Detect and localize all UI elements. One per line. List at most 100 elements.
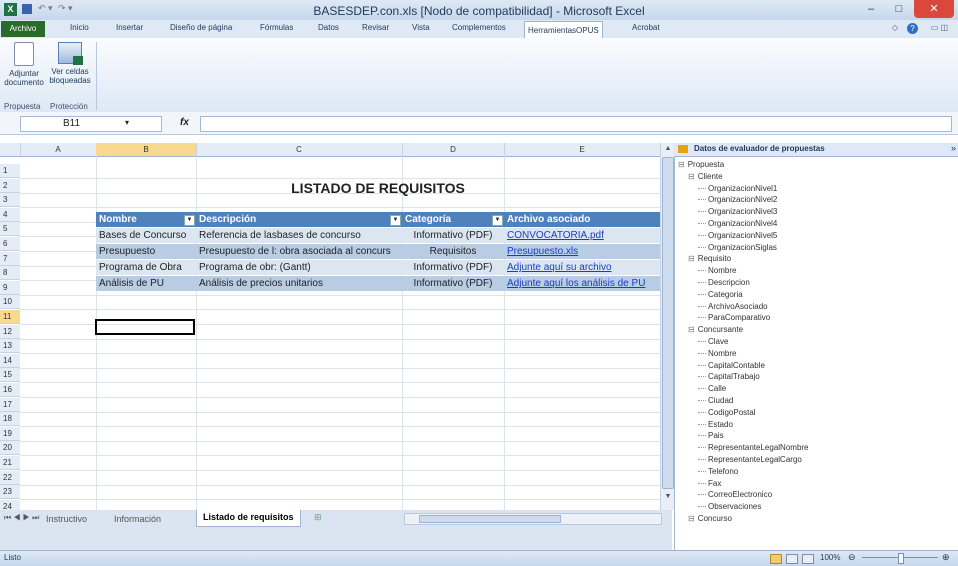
tab-diseno[interactable]: Diseño de página [170, 23, 232, 32]
row-header[interactable]: 20 [0, 441, 20, 455]
table-header-descripcion[interactable]: Descripción ▼ [196, 212, 402, 227]
xml-tree-node[interactable]: Estado [698, 420, 733, 429]
tab-revisar[interactable]: Revisar [362, 23, 389, 32]
expand-toggle-icon[interactable]: ⊟ [688, 172, 695, 181]
row-header[interactable]: 10 [0, 295, 20, 309]
tab-complementos[interactable]: Complementos [452, 23, 506, 32]
expand-toggle-icon[interactable]: ⊟ [688, 254, 695, 263]
table-cell[interactable]: Programa de obr: (Gantt) [196, 260, 402, 275]
expand-toggle-icon[interactable]: ⊟ [688, 514, 695, 523]
formula-input[interactable] [200, 116, 952, 132]
tab-inicio[interactable]: Inicio [70, 23, 89, 32]
new-sheet-icon[interactable]: ⊞ [314, 512, 322, 523]
row-header[interactable]: 22 [0, 471, 20, 485]
name-box[interactable]: B11 ▾ [20, 116, 162, 132]
xml-tree-node[interactable]: Pais [698, 431, 724, 440]
file-link[interactable]: Adjunte aquí su archivo [504, 260, 660, 275]
xml-tree-node[interactable]: Telefono [698, 467, 738, 476]
table-header-categoria[interactable]: Categoría ▼ [402, 212, 504, 227]
xml-tree-node[interactable]: OrganizacionNivel2 [698, 195, 777, 204]
xml-tree-node[interactable]: OrganizacionNivel3 [698, 207, 777, 216]
xml-tree-node[interactable]: Descripcion [698, 278, 750, 287]
xml-tree-node[interactable]: ParaComparativo [698, 313, 770, 322]
help-icon[interactable]: ? [907, 23, 918, 34]
expand-toggle-icon[interactable]: ⊟ [678, 160, 685, 169]
row-header[interactable]: 12 [0, 325, 20, 339]
row-header[interactable]: 11 [0, 310, 20, 324]
xml-tree-node[interactable]: CapitalContable [698, 361, 765, 370]
attach-document-button[interactable]: Adjuntar documento [4, 42, 44, 87]
row-header[interactable]: 1 [0, 164, 20, 178]
zoom-in-icon[interactable]: ⊕ [942, 552, 950, 563]
xml-tree-node[interactable]: OrganizacionNivel1 [698, 184, 777, 193]
tab-insertar[interactable]: Insertar [116, 23, 143, 32]
close-pane-icon[interactable]: » [951, 143, 956, 153]
xml-tree-node[interactable]: ⊟ Concurso [688, 514, 732, 523]
xml-tree-node[interactable]: RepresentanteLegalNombre [698, 443, 809, 452]
xml-tree-node[interactable]: OrganizacionSiglas [698, 243, 777, 252]
page-layout-icon[interactable] [786, 554, 798, 564]
vertical-scrollbar[interactable]: ▲ ▼ [660, 143, 675, 510]
window-restore-icon[interactable]: ▭ ◫ [931, 23, 948, 32]
select-all-corner[interactable] [0, 143, 21, 156]
horizontal-scrollbar[interactable] [404, 513, 662, 525]
xml-tree-node[interactable]: Ciudad [698, 396, 733, 405]
table-cell[interactable]: Presupuesto de l: obra asociada al concu… [196, 244, 402, 259]
zoom-level[interactable]: 100% [820, 553, 840, 562]
row-header[interactable]: 3 [0, 193, 20, 207]
row-header[interactable]: 15 [0, 368, 20, 382]
table-cell[interactable]: Informativo (PDF) [402, 228, 504, 243]
page-break-icon[interactable] [802, 554, 814, 564]
table-header-nombre[interactable]: Nombre ▼ [96, 212, 196, 227]
minimize-button[interactable]: – [858, 0, 884, 18]
file-link[interactable]: Presupuesto.xls [504, 244, 660, 259]
row-header[interactable]: 2 [0, 179, 20, 193]
selected-cell[interactable] [95, 319, 195, 335]
zoom-slider-thumb[interactable] [898, 553, 904, 564]
file-link[interactable]: Adjunte aquí los análisis de PU [504, 276, 660, 291]
row-header[interactable]: 6 [0, 237, 20, 251]
tab-vista[interactable]: Vista [412, 23, 430, 32]
xml-tree-node[interactable]: RepresentanteLegalCargo [698, 455, 802, 464]
row-header[interactable]: 14 [0, 354, 20, 368]
sheet-nav-arrows-icon[interactable]: ⏮ ◀ ▶ ⏭ [4, 513, 39, 523]
tab-archivo[interactable]: Archivo [1, 21, 45, 37]
tab-formulas[interactable]: Fórmulas [260, 23, 293, 32]
column-header-e[interactable]: E [504, 143, 661, 156]
filter-dropdown-icon[interactable]: ▼ [390, 215, 401, 226]
xml-tree-node[interactable]: Nombre [698, 266, 736, 275]
filter-dropdown-icon[interactable]: ▼ [492, 215, 503, 226]
xml-tree-node[interactable]: ArchivoAsociado [698, 302, 768, 311]
expand-toggle-icon[interactable]: ⊟ [688, 325, 695, 334]
table-cell[interactable]: Presupuesto [96, 244, 196, 259]
row-header[interactable]: 9 [0, 281, 20, 295]
table-cell[interactable]: Informativo (PDF) [402, 260, 504, 275]
row-header[interactable]: 16 [0, 383, 20, 397]
xml-tree-node[interactable]: Calle [698, 384, 726, 393]
row-header[interactable]: 18 [0, 412, 20, 426]
table-header-archivo[interactable]: Archivo asociado [504, 212, 660, 227]
column-header-b[interactable]: B [96, 143, 197, 156]
table-cell[interactable]: Análisis de precios unitarios [196, 276, 402, 291]
xml-tree-node[interactable]: ⊟ Cliente [688, 172, 723, 181]
row-header[interactable]: 5 [0, 222, 20, 236]
row-header[interactable]: 7 [0, 252, 20, 266]
xml-tree-node[interactable]: CodigoPostal [698, 408, 756, 417]
chevron-down-icon[interactable]: ▾ [125, 118, 129, 127]
sheet-title[interactable]: LISTADO DE REQUISITOS [96, 180, 660, 196]
maximize-button[interactable]: □ [886, 0, 912, 18]
sheet-tab-instructivo[interactable]: Instructivo [40, 512, 93, 526]
scroll-up-icon[interactable]: ▲ [661, 143, 675, 155]
sheet-tab-informacion[interactable]: Información [108, 512, 167, 526]
table-cell[interactable]: Programa de Obra [96, 260, 196, 275]
table-cell[interactable]: Informativo (PDF) [402, 276, 504, 291]
scroll-thumb[interactable] [419, 515, 561, 523]
row-header[interactable]: 23 [0, 485, 20, 499]
file-link[interactable]: CONVOCATORIA.pdf [504, 228, 660, 243]
xml-tree-node[interactable]: ⊟ Concursante [688, 325, 743, 334]
column-header-d[interactable]: D [402, 143, 505, 156]
xml-tree-node[interactable]: Observaciones [698, 502, 761, 511]
ribbon-minimize-icon[interactable]: ◇ [892, 23, 898, 32]
row-header[interactable]: 19 [0, 427, 20, 441]
xml-tree-node[interactable]: CorreoElectronico [698, 490, 772, 499]
